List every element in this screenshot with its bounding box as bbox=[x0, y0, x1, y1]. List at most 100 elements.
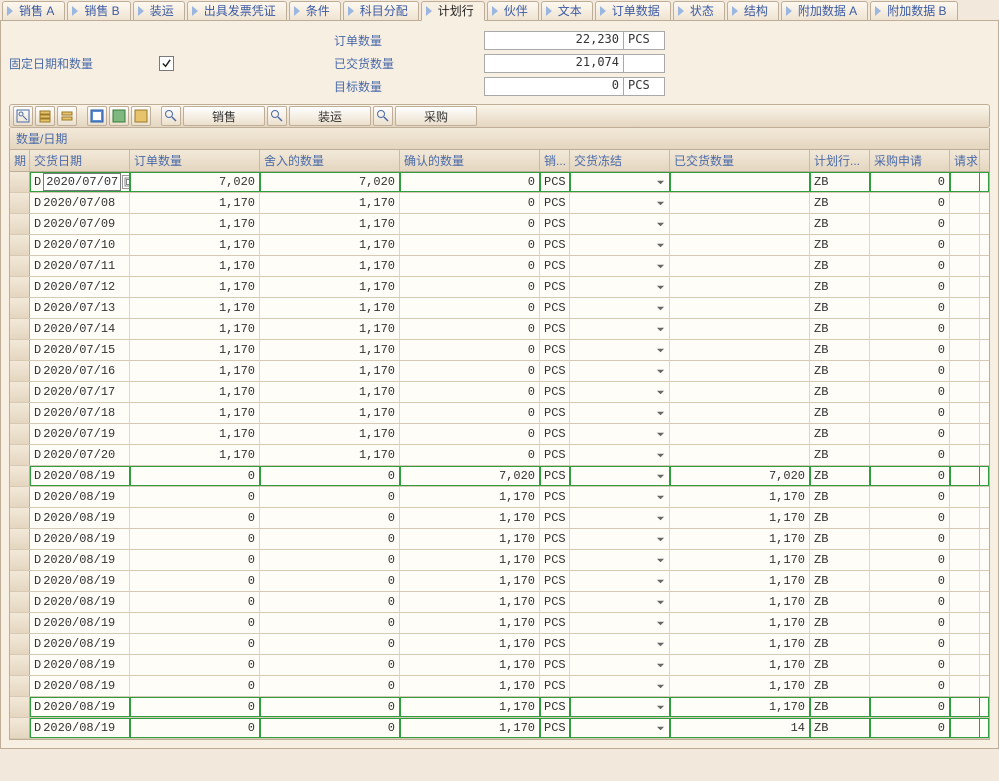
delete-row-icon[interactable] bbox=[57, 106, 77, 126]
cell-unit[interactable]: PCS bbox=[540, 634, 570, 654]
cell-delivered-qty[interactable]: 1,170 bbox=[670, 676, 810, 696]
table-row[interactable]: D2020/08/19007,020PCS7,020ZB0 bbox=[10, 466, 989, 487]
cell-unit[interactable]: PCS bbox=[540, 676, 570, 696]
cell-delivered-qty[interactable] bbox=[670, 403, 810, 423]
row-selector[interactable] bbox=[10, 676, 30, 696]
cell-request[interactable] bbox=[950, 445, 980, 465]
cell-purchase-req[interactable]: 0 bbox=[870, 319, 950, 339]
cell-delivered-qty[interactable] bbox=[670, 277, 810, 297]
cell-rounded-qty[interactable]: 0 bbox=[260, 676, 400, 696]
cell-schedline-cat[interactable]: ZB bbox=[810, 256, 870, 276]
cell-confirmed-qty[interactable]: 0 bbox=[400, 403, 540, 423]
table-row[interactable]: D2020/07/171,1701,1700PCSZB0 bbox=[10, 382, 989, 403]
cell-request[interactable] bbox=[950, 403, 980, 423]
cell-delivered-qty[interactable]: 1,170 bbox=[670, 487, 810, 507]
cell-schedline-cat[interactable]: ZB bbox=[810, 277, 870, 297]
cell-period[interactable]: D2020/08/19 bbox=[30, 529, 130, 549]
cell-order-qty[interactable]: 1,170 bbox=[130, 277, 260, 297]
cell-period[interactable]: D2020/07/14 bbox=[30, 319, 130, 339]
cell-purchase-req[interactable]: 0 bbox=[870, 403, 950, 423]
col-header-0[interactable]: 期 bbox=[10, 150, 30, 171]
row-selector[interactable] bbox=[10, 445, 30, 465]
cell-unit[interactable]: PCS bbox=[540, 382, 570, 402]
cell-period[interactable]: D2020/08/19 bbox=[30, 592, 130, 612]
qty-value-1[interactable]: 21,074 bbox=[484, 54, 624, 73]
sales-button[interactable]: 销售 bbox=[183, 106, 265, 126]
cell-delivered-qty[interactable]: 1,170 bbox=[670, 592, 810, 612]
cell-unit[interactable]: PCS bbox=[540, 718, 570, 738]
cell-delivered-qty[interactable] bbox=[670, 361, 810, 381]
cell-delivered-qty[interactable]: 1,170 bbox=[670, 508, 810, 528]
tab-7[interactable]: 伙伴 bbox=[487, 1, 539, 20]
cell-unit[interactable]: PCS bbox=[540, 361, 570, 381]
cell-delivered-qty[interactable]: 1,170 bbox=[670, 655, 810, 675]
purchase-button[interactable]: 采购 bbox=[395, 106, 477, 126]
cell-rounded-qty[interactable]: 0 bbox=[260, 550, 400, 570]
cell-schedline-cat[interactable]: ZB bbox=[810, 676, 870, 696]
cell-delivered-qty[interactable]: 7,020 bbox=[670, 466, 810, 486]
cell-schedline-cat[interactable]: ZB bbox=[810, 634, 870, 654]
tab-0[interactable]: 销售 A bbox=[2, 1, 65, 20]
cell-delivered-qty[interactable] bbox=[670, 256, 810, 276]
tab-9[interactable]: 订单数据 bbox=[595, 1, 671, 20]
cell-rounded-qty[interactable]: 0 bbox=[260, 466, 400, 486]
cell-rounded-qty[interactable]: 1,170 bbox=[260, 235, 400, 255]
cell-order-qty[interactable]: 1,170 bbox=[130, 424, 260, 444]
cell-confirmed-qty[interactable]: 0 bbox=[400, 424, 540, 444]
cell-request[interactable] bbox=[950, 424, 980, 444]
cell-request[interactable] bbox=[950, 235, 980, 255]
cell-unit[interactable]: PCS bbox=[540, 424, 570, 444]
table-row[interactable]: D2020/08/19001,170PCS1,170ZB0 bbox=[10, 634, 989, 655]
cell-rounded-qty[interactable]: 1,170 bbox=[260, 382, 400, 402]
value-help-icon[interactable] bbox=[122, 175, 130, 189]
row-selector[interactable] bbox=[10, 655, 30, 675]
cell-purchase-req[interactable]: 0 bbox=[870, 256, 950, 276]
cell-period[interactable]: D2020/07/10 bbox=[30, 235, 130, 255]
cell-schedline-cat[interactable]: ZB bbox=[810, 571, 870, 591]
cell-order-qty[interactable]: 1,170 bbox=[130, 340, 260, 360]
table-row[interactable]: D2020/08/19001,170PCS1,170ZB0 bbox=[10, 592, 989, 613]
cell-rounded-qty[interactable]: 0 bbox=[260, 718, 400, 738]
cell-order-qty[interactable]: 0 bbox=[130, 550, 260, 570]
display-all-icon[interactable] bbox=[87, 106, 107, 126]
row-selector[interactable] bbox=[10, 340, 30, 360]
cell-schedline-cat[interactable]: ZB bbox=[810, 508, 870, 528]
cell-schedline-cat[interactable]: ZB bbox=[810, 697, 870, 717]
cell-confirmed-qty[interactable]: 1,170 bbox=[400, 487, 540, 507]
cell-delivered-qty[interactable] bbox=[670, 235, 810, 255]
cell-request[interactable] bbox=[950, 508, 980, 528]
table-row[interactable]: D2020/08/19001,170PCS1,170ZB0 bbox=[10, 697, 989, 718]
row-selector[interactable] bbox=[10, 319, 30, 339]
tab-11[interactable]: 结构 bbox=[727, 1, 779, 20]
cell-unit[interactable]: PCS bbox=[540, 445, 570, 465]
cell-order-qty[interactable]: 1,170 bbox=[130, 319, 260, 339]
table-row[interactable]: D2020/07/161,1701,1700PCSZB0 bbox=[10, 361, 989, 382]
cell-schedline-cat[interactable]: ZB bbox=[810, 382, 870, 402]
cell-request[interactable] bbox=[950, 676, 980, 696]
cell-order-qty[interactable]: 0 bbox=[130, 508, 260, 528]
cell-purchase-req[interactable]: 0 bbox=[870, 676, 950, 696]
cell-period[interactable]: D2020/07/08 bbox=[30, 193, 130, 213]
cell-period[interactable]: D2020/08/19 bbox=[30, 718, 130, 738]
cell-delivery-block[interactable] bbox=[570, 361, 670, 381]
cell-order-qty[interactable]: 1,170 bbox=[130, 403, 260, 423]
cell-confirmed-qty[interactable]: 0 bbox=[400, 298, 540, 318]
cell-purchase-req[interactable]: 0 bbox=[870, 445, 950, 465]
tab-5[interactable]: 科目分配 bbox=[343, 1, 419, 20]
cell-unit[interactable]: PCS bbox=[540, 172, 570, 192]
cell-confirmed-qty[interactable]: 1,170 bbox=[400, 550, 540, 570]
tab-2[interactable]: 装运 bbox=[133, 1, 185, 20]
cell-delivery-block[interactable] bbox=[570, 697, 670, 717]
cell-unit[interactable]: PCS bbox=[540, 193, 570, 213]
cell-confirmed-qty[interactable]: 0 bbox=[400, 319, 540, 339]
insert-row-icon[interactable] bbox=[35, 106, 55, 126]
cell-purchase-req[interactable]: 0 bbox=[870, 718, 950, 738]
col-header-6[interactable]: 交货冻结 bbox=[570, 150, 670, 171]
table-row[interactable]: D2020/07/121,1701,1700PCSZB0 bbox=[10, 277, 989, 298]
cell-period[interactable]: D2020/07/07 bbox=[30, 172, 130, 192]
cell-unit[interactable]: PCS bbox=[540, 529, 570, 549]
cell-request[interactable] bbox=[950, 487, 980, 507]
cell-unit[interactable]: PCS bbox=[540, 298, 570, 318]
cell-schedline-cat[interactable]: ZB bbox=[810, 466, 870, 486]
deselect-all-icon[interactable] bbox=[131, 106, 151, 126]
